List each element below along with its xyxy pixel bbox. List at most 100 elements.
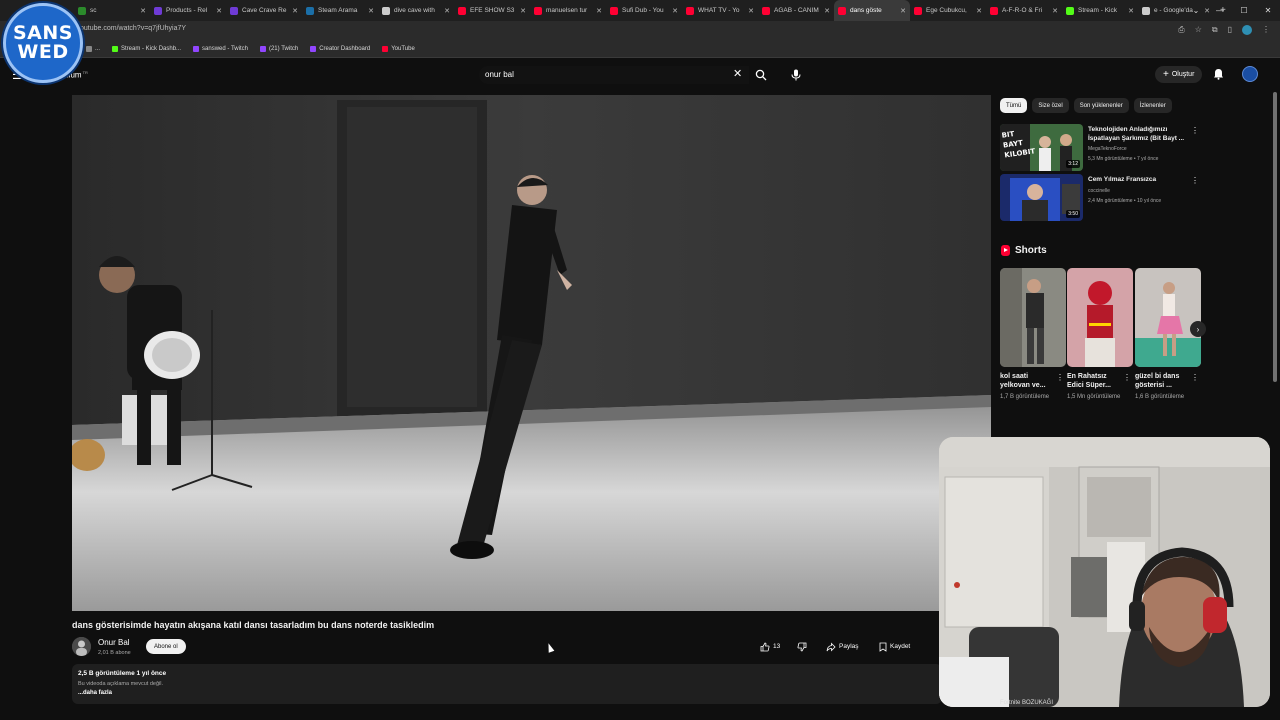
create-button[interactable]: + Oluştur xyxy=(1155,66,1203,83)
recommendation-thumbnail[interactable]: 3:50 xyxy=(1000,174,1083,221)
tab-close-icon[interactable]: ✕ xyxy=(596,7,602,15)
install-app-icon[interactable]: ⎙ xyxy=(1178,25,1184,35)
tab-close-icon[interactable]: ✕ xyxy=(368,7,374,15)
short-title[interactable]: En Rahatsız Edici Süper... xyxy=(1067,372,1123,390)
tab-close-icon[interactable]: ✕ xyxy=(976,7,982,15)
show-more-link[interactable]: ...daha fazla xyxy=(78,690,112,696)
recommendation-channel[interactable]: MegaTeknoForce xyxy=(1088,146,1127,152)
url-text[interactable]: outube.com/watch?v=q7jfUhyia7Y xyxy=(80,25,186,32)
more-options-icon[interactable]: ⋮ xyxy=(1056,373,1064,382)
browser-tab[interactable]: dans göste ✕ xyxy=(834,0,910,21)
tab-close-icon[interactable]: ✕ xyxy=(292,7,298,15)
subscribe-button[interactable]: Abone ol xyxy=(146,639,186,654)
short-thumbnail[interactable] xyxy=(1135,268,1201,367)
tab-close-icon[interactable]: ✕ xyxy=(672,7,678,15)
dislike-button[interactable] xyxy=(797,639,807,654)
short-item[interactable]: En Rahatsız Edici Süper... 1,5 Mn görünt… xyxy=(1067,268,1133,402)
bell-icon xyxy=(1214,69,1223,80)
browser-tab[interactable]: Stream - Kick ✕ xyxy=(1062,0,1138,21)
like-button[interactable]: 13 xyxy=(760,639,780,654)
channel-name[interactable]: Onur Bal xyxy=(98,638,130,647)
recommendation-title[interactable]: Cem Yılmaz Fransızca xyxy=(1088,175,1188,184)
profile-avatar[interactable] xyxy=(1242,25,1252,35)
voice-search-button[interactable] xyxy=(786,65,806,85)
bookmark-item[interactable]: Stream - Kick Dashb... xyxy=(112,46,181,52)
save-button[interactable]: Kaydet xyxy=(879,639,910,654)
browser-tab[interactable]: WHAT TV - Yo ✕ xyxy=(682,0,758,21)
browser-tab[interactable]: AGAB - CANIM ✕ xyxy=(758,0,834,21)
more-options-icon[interactable]: ⋮ xyxy=(1191,126,1199,135)
tab-close-icon[interactable]: ✕ xyxy=(748,7,754,15)
recommendation-item[interactable]: BIT BAYT KILOBIT 3:12 Teknolojiden Anlad… xyxy=(1000,124,1205,172)
page-scrollbar[interactable] xyxy=(1273,92,1277,382)
sidebar-icon[interactable]: ▯ xyxy=(1228,25,1232,35)
tab-close-icon[interactable]: ✕ xyxy=(444,7,450,15)
browser-tab[interactable]: EFE SHOW S3 ✕ xyxy=(454,0,530,21)
account-avatar[interactable] xyxy=(1242,66,1258,82)
browser-tab[interactable]: Products - Rel ✕ xyxy=(150,0,226,21)
tab-favicon-icon xyxy=(838,6,846,15)
bookmark-item[interactable]: YouTube xyxy=(382,46,415,52)
recommendation-channel[interactable]: coccinelle xyxy=(1088,188,1110,194)
browser-tab[interactable]: Sufi Dub - You ✕ xyxy=(606,0,682,21)
browser-tab[interactable]: A-F-R-O & Fri ✕ xyxy=(986,0,1062,21)
more-options-icon[interactable]: ⋮ xyxy=(1123,373,1131,382)
tab-close-icon[interactable]: ✕ xyxy=(520,7,526,15)
share-button[interactable]: Paylaş xyxy=(826,639,859,654)
short-item[interactable]: güzel bi dans gösterisi ... 1,6 B görünt… xyxy=(1135,268,1201,402)
bookmark-favicon-icon xyxy=(193,46,200,52)
browser-tab[interactable]: manuelsen tur ✕ xyxy=(530,0,606,21)
bookmark-item[interactable]: sanswed - Twitch xyxy=(193,46,248,52)
bookmark-label: ... xyxy=(95,46,101,52)
recommendation-item[interactable]: 3:50 Cem Yılmaz Fransızca coccinelle 2,4… xyxy=(1000,174,1205,222)
video-player[interactable] xyxy=(72,95,991,611)
more-options-icon[interactable]: ⋮ xyxy=(1191,176,1199,185)
channel-avatar[interactable] xyxy=(72,637,91,656)
chip-for-you[interactable]: Size özel xyxy=(1032,98,1069,113)
tab-close-icon[interactable]: ✕ xyxy=(1128,7,1134,15)
description-box[interactable] xyxy=(72,664,942,704)
chip-recent[interactable]: Son yüklenenler xyxy=(1073,98,1129,113)
browser-tab[interactable]: Cave Crave Re ✕ xyxy=(226,0,302,21)
tab-close-icon[interactable]: ✕ xyxy=(216,7,222,15)
shorts-next-button[interactable]: › xyxy=(1190,321,1206,337)
short-title[interactable]: kol saati yelkovan ve... xyxy=(1000,372,1056,390)
browser-tab[interactable]: sc ✕ xyxy=(74,0,150,21)
search-input[interactable] xyxy=(485,70,725,79)
tab-close-icon[interactable]: ✕ xyxy=(140,7,146,15)
clear-search-icon[interactable]: ✕ xyxy=(733,67,742,80)
browser-tab[interactable]: Ege Cubukcu, ✕ xyxy=(910,0,986,21)
minimize-icon[interactable]: — xyxy=(1208,6,1232,15)
browser-tab[interactable]: Steam Arama ✕ xyxy=(302,0,378,21)
search-box[interactable] xyxy=(479,66,749,84)
star-icon[interactable]: ☆ xyxy=(1195,25,1202,35)
like-count: 13 xyxy=(773,643,781,650)
tab-close-icon[interactable]: ✕ xyxy=(824,7,830,15)
extensions-icon[interactable]: ⧉ xyxy=(1212,25,1218,35)
close-window-icon[interactable]: ✕ xyxy=(1256,6,1280,15)
tab-close-icon[interactable]: ✕ xyxy=(1052,7,1058,15)
short-thumbnail[interactable] xyxy=(1000,268,1066,367)
bookmark-item[interactable]: (21) Twitch xyxy=(259,46,298,52)
short-thumbnail[interactable] xyxy=(1067,268,1133,367)
browser-tab-bar: sc ✕ Products - Rel ✕ Cave Crave Re ✕ Steam Ar… xyxy=(0,0,1280,21)
short-item[interactable]: kol saati yelkovan ve... 1,7 B görüntüle… xyxy=(1000,268,1066,402)
maximize-icon[interactable]: ☐ xyxy=(1232,6,1256,15)
menu-dots-icon[interactable]: ⋮ xyxy=(1262,25,1270,35)
notifications-button[interactable] xyxy=(1213,67,1224,85)
recommendation-thumbnail[interactable]: BIT BAYT KILOBIT 3:12 xyxy=(1000,124,1083,171)
mouse-cursor-icon xyxy=(545,642,555,653)
recommendation-title[interactable]: Teknolojiden Anladığımızı İspatlayan Şar… xyxy=(1088,125,1188,143)
browser-tab[interactable]: dive cave with ✕ xyxy=(378,0,454,21)
bookmark-item[interactable]: Creator Dashboard xyxy=(310,46,370,52)
short-title[interactable]: güzel bi dans gösterisi ... xyxy=(1135,372,1191,390)
chip-all[interactable]: Tümü xyxy=(1000,98,1028,113)
address-bar[interactable]: outube.com/watch?v=q7jfUhyia7Y ⎙ ☆ ⧉ ▯ ⋮ xyxy=(0,21,1280,41)
more-options-icon[interactable]: ⋮ xyxy=(1191,373,1199,382)
tab-label: Stream - Kick xyxy=(1078,7,1118,14)
chevron-down-icon[interactable]: ⌄ xyxy=(1184,6,1208,15)
tab-close-icon[interactable]: ✕ xyxy=(900,7,906,15)
search-button[interactable] xyxy=(750,66,772,84)
bookmark-item[interactable]: ... xyxy=(86,46,100,52)
chip-watched[interactable]: İzlenenler xyxy=(1133,98,1172,113)
